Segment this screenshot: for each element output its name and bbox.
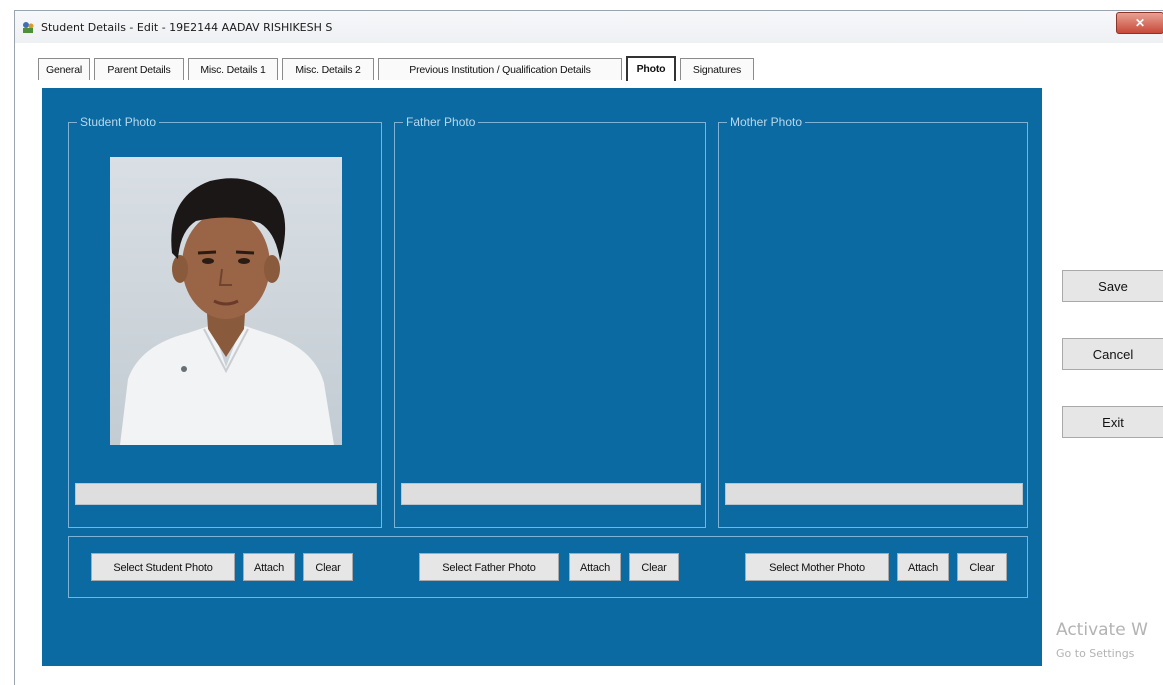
title-bar: Student Details - Edit - 19E2144 AADAV R… <box>15 11 1163 43</box>
window-title: Student Details - Edit - 19E2144 AADAV R… <box>41 21 333 34</box>
father-photo-path-field[interactable] <box>401 483 701 505</box>
attach-mother-photo-button[interactable]: Attach <box>897 553 949 581</box>
tab-general[interactable]: General <box>38 58 90 80</box>
tab-previous-institution[interactable]: Previous Institution / Qualification Det… <box>378 58 622 80</box>
activation-watermark-subtitle: Go to Settings <box>1056 647 1135 660</box>
photo-panel: Student Photo Father Photo Mother Photo … <box>42 88 1042 666</box>
tab-misc-details-2[interactable]: Misc. Details 2 <box>282 58 374 80</box>
tab-photo[interactable]: Photo <box>626 56 676 81</box>
student-photo <box>110 157 342 445</box>
photo-actions-group: Select Student Photo Attach Clear Select… <box>68 536 1028 598</box>
attach-father-photo-button[interactable]: Attach <box>569 553 621 581</box>
clear-student-photo-button[interactable]: Clear <box>303 553 353 581</box>
exit-button[interactable]: Exit <box>1062 406 1163 438</box>
activation-watermark-title: Activate W <box>1056 620 1148 640</box>
mother-photo-group: Mother Photo <box>718 115 1028 528</box>
select-mother-photo-button[interactable]: Select Mother Photo <box>745 553 889 581</box>
clear-father-photo-button[interactable]: Clear <box>629 553 679 581</box>
app-icon <box>23 22 34 33</box>
tab-signatures[interactable]: Signatures <box>680 58 754 80</box>
clear-mother-photo-button[interactable]: Clear <box>957 553 1007 581</box>
close-icon: ✕ <box>1134 16 1146 30</box>
student-photo-group: Student Photo <box>68 115 382 528</box>
save-button[interactable]: Save <box>1062 270 1163 302</box>
father-photo-group: Father Photo <box>394 115 706 528</box>
tab-parent-details[interactable]: Parent Details <box>94 58 184 80</box>
student-photo-title: Student Photo <box>77 115 160 129</box>
tab-misc-details-1[interactable]: Misc. Details 1 <box>188 58 278 80</box>
mother-photo-title: Mother Photo <box>727 115 806 129</box>
close-button[interactable]: ✕ <box>1116 12 1163 34</box>
mother-photo-path-field[interactable] <box>725 483 1023 505</box>
student-photo-path-field[interactable] <box>75 483 377 505</box>
select-student-photo-button[interactable]: Select Student Photo <box>91 553 235 581</box>
student-portrait-image <box>110 157 342 445</box>
cancel-button[interactable]: Cancel <box>1062 338 1163 370</box>
father-photo-title: Father Photo <box>403 115 479 129</box>
attach-student-photo-button[interactable]: Attach <box>243 553 295 581</box>
select-father-photo-button[interactable]: Select Father Photo <box>419 553 559 581</box>
